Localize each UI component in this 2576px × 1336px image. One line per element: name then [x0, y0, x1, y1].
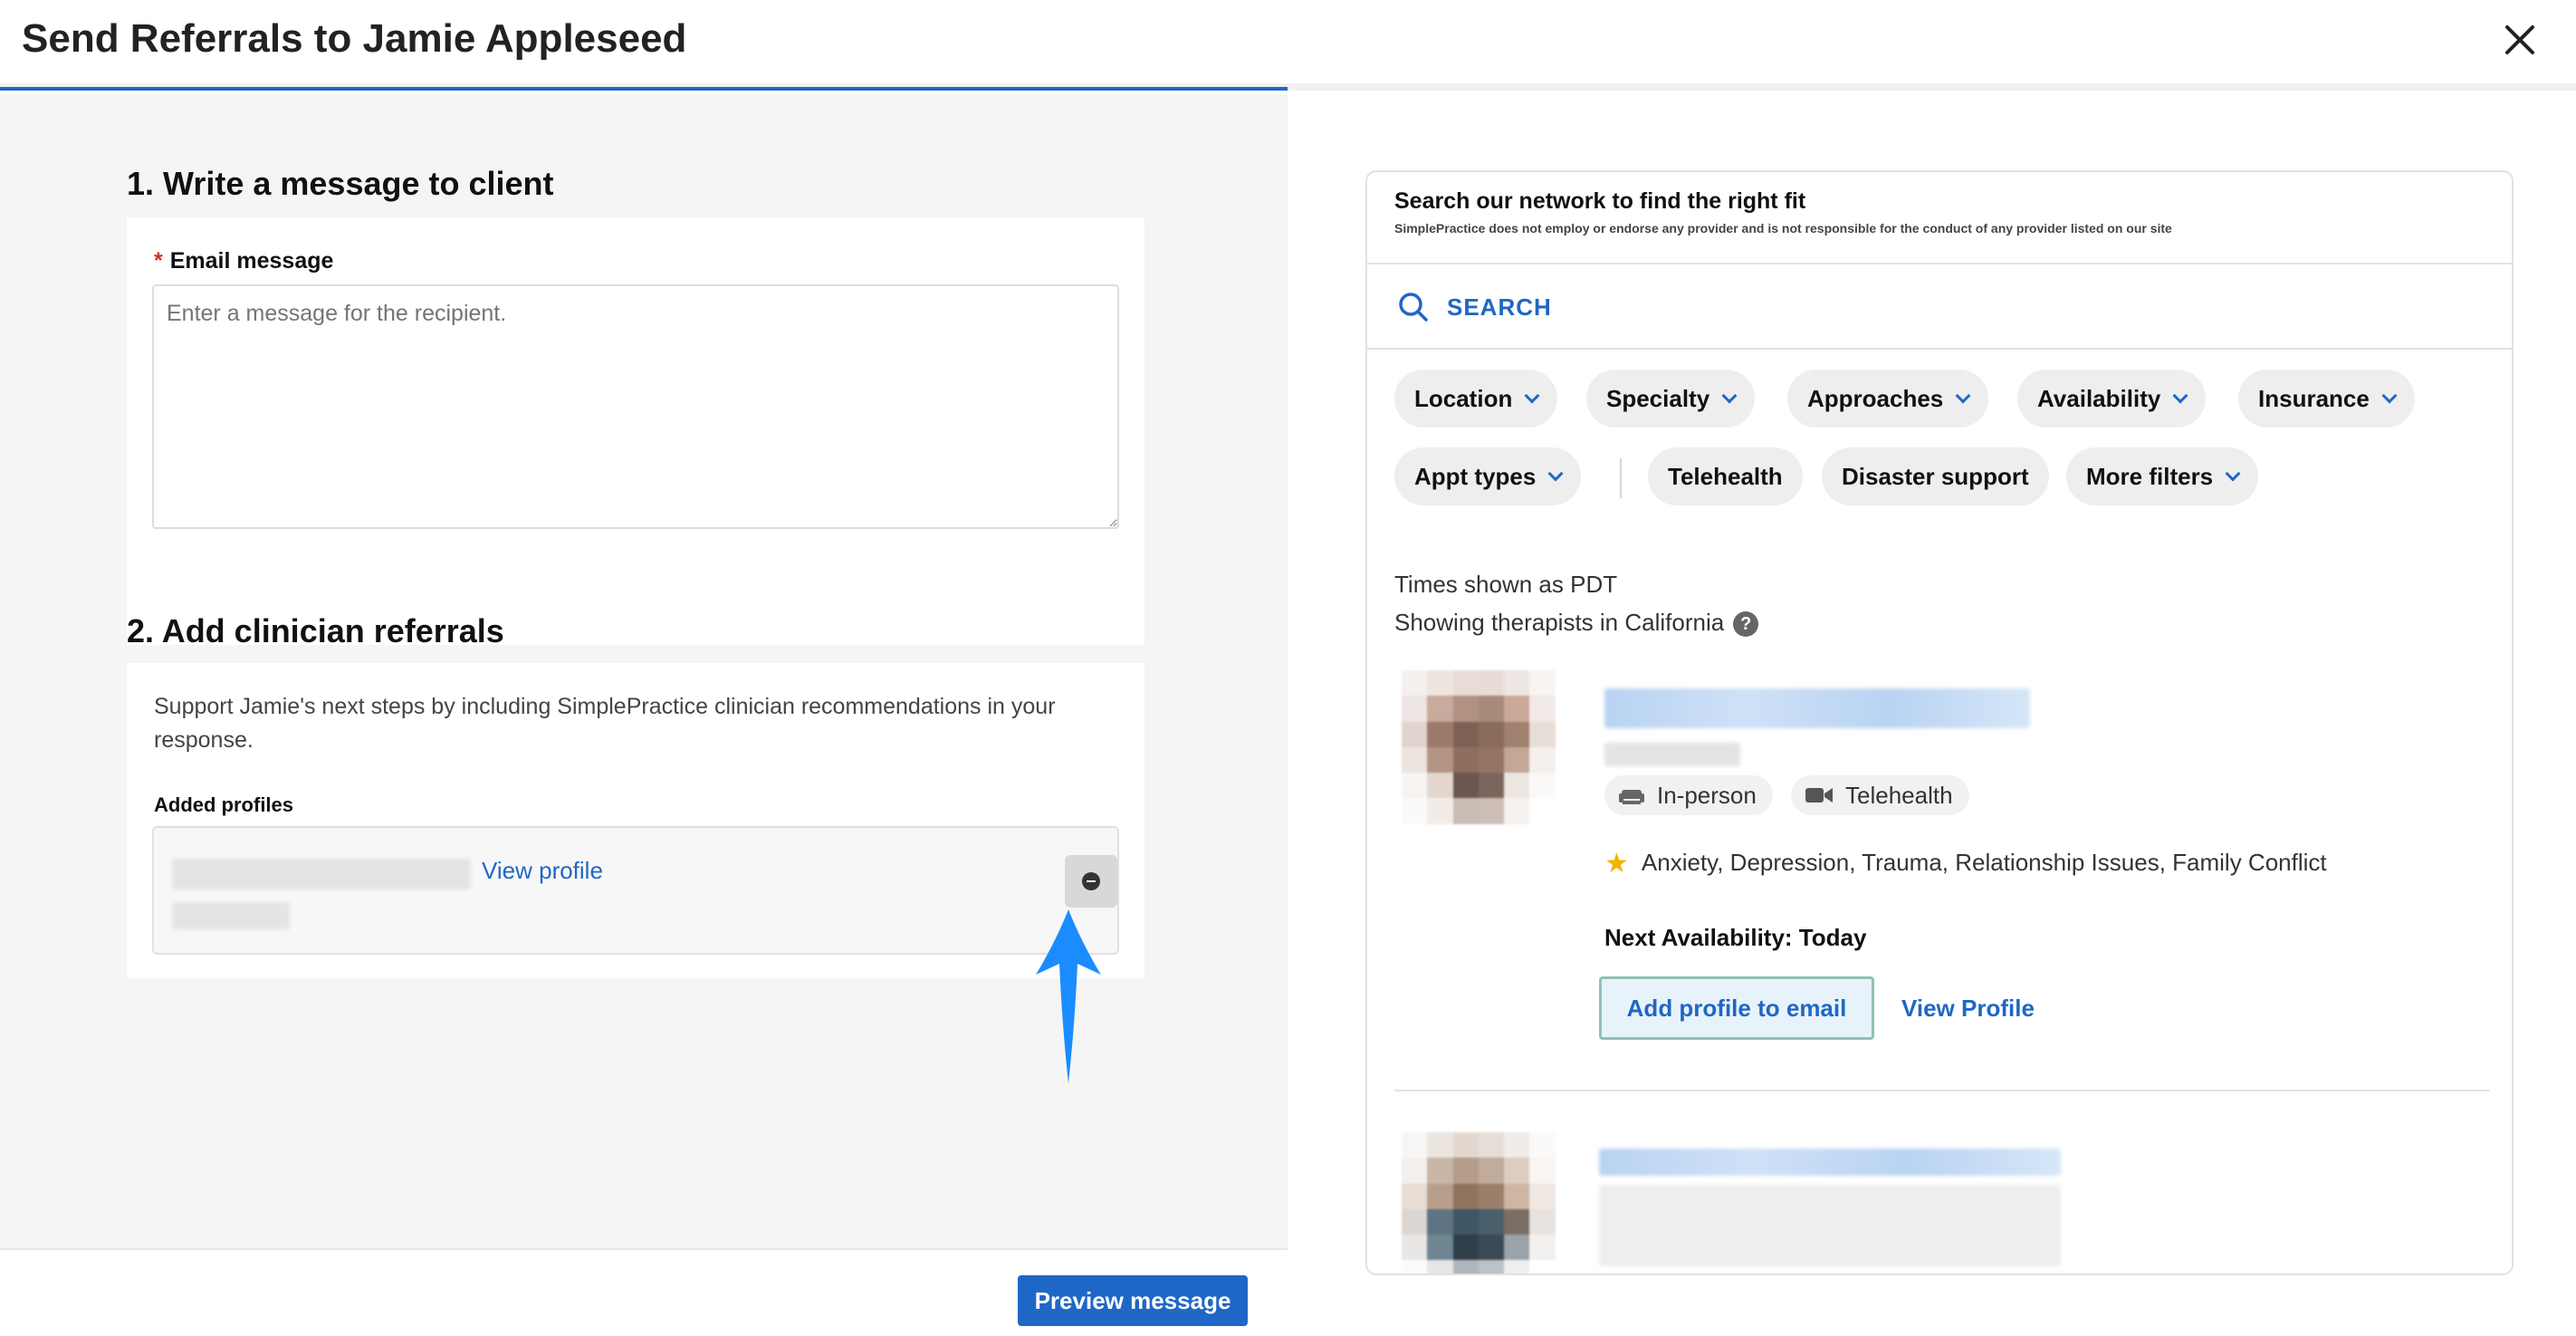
filter-specialty[interactable]: Specialty: [1586, 370, 1756, 428]
modal-title: Send Referrals to Jamie Appleseed: [22, 16, 687, 61]
star-icon: ★: [1604, 849, 1629, 879]
network-header: Search our network to find the right fit…: [1367, 172, 2512, 264]
chevron-down-icon: [1547, 466, 1564, 482]
clinician-name-redacted: [1604, 688, 2030, 728]
profile-name-redacted: [172, 859, 471, 889]
filter-location-label: Location: [1414, 385, 1513, 412]
referrals-card: Support Jamie's next steps by including …: [127, 663, 1144, 978]
clinician-name-redacted: [1599, 1149, 2061, 1176]
email-message-label: * Email message: [154, 248, 333, 274]
network-search-panel: Search our network to find the right fit…: [1365, 170, 2514, 1275]
filter-availability-label: Availability: [2037, 385, 2161, 412]
chevron-down-icon: [2172, 388, 2188, 404]
filter-telehealth[interactable]: Telehealth: [1648, 447, 1803, 505]
profile-credential-redacted: [172, 902, 290, 929]
add-profile-to-email-button[interactable]: Add profile to email: [1599, 976, 1874, 1040]
remove-profile-button[interactable]: [1065, 855, 1117, 908]
filter-disaster-support[interactable]: Disaster support: [1822, 447, 2049, 505]
section2-title: 2. Add clinician referrals: [127, 612, 504, 649]
result-separator: [1394, 1090, 2490, 1091]
avatar: [1402, 670, 1556, 824]
video-camera-icon: [1805, 788, 1833, 803]
view-profile-link-result[interactable]: View Profile: [1901, 995, 2035, 1023]
filter-appt-types-label: Appt types: [1414, 463, 1537, 490]
specialties: ★ Anxiety, Depression, Trauma, Relationsh…: [1604, 846, 2327, 879]
help-icon[interactable]: ?: [1733, 611, 1759, 638]
email-message-input[interactable]: [152, 284, 1119, 529]
referrals-help-text: Support Jamie's next steps by including …: [154, 694, 1056, 753]
filter-availability[interactable]: Availability: [2017, 370, 2207, 428]
network-disclaimer: SimplePractice does not employ or endors…: [1394, 221, 2172, 235]
search-row[interactable]: SEARCH: [1367, 264, 2512, 350]
chevron-down-icon: [2225, 466, 2241, 482]
annotation-arrow-icon: [1036, 909, 1101, 1083]
filter-specialty-label: Specialty: [1606, 385, 1710, 412]
search-icon[interactable]: [1398, 292, 1429, 322]
progress-accent: [0, 87, 1288, 91]
view-profile-link[interactable]: View profile: [482, 857, 603, 885]
filter-approaches-label: Approaches: [1807, 385, 1944, 412]
in-person-pill: In-person: [1604, 775, 1773, 815]
chevron-down-icon: [1721, 388, 1738, 404]
chevron-down-icon: [1955, 388, 1971, 404]
added-profiles-label: Added profiles: [154, 793, 294, 816]
next-availability: Next Availability: Today: [1604, 924, 1867, 951]
required-marker: *: [154, 248, 163, 274]
filter-location[interactable]: Location: [1394, 370, 1558, 428]
search-button[interactable]: SEARCH: [1447, 293, 1552, 322]
email-label-text: Email message: [169, 248, 334, 274]
in-person-label: In-person: [1657, 782, 1757, 809]
minus-circle-icon: [1082, 872, 1100, 890]
telehealth-label: Telehealth: [1845, 782, 1953, 809]
close-icon[interactable]: [2500, 20, 2540, 60]
clinician-credential-redacted: [1604, 743, 1740, 766]
section1-title: 1. Write a message to client: [127, 165, 554, 202]
modal-header: Send Referrals to Jamie Appleseed: [0, 0, 2576, 91]
chevron-down-icon: [1524, 388, 1540, 404]
network-title: Search our network to find the right fit: [1394, 188, 1806, 214]
clinician-details-redacted: [1599, 1185, 2061, 1266]
message-card: * Email message: [127, 217, 1144, 645]
filter-more-label: More filters: [2086, 463, 2214, 490]
filter-appt-types[interactable]: Appt types: [1394, 447, 1582, 505]
filter-divider: [1620, 458, 1622, 498]
filter-insurance-label: Insurance: [2258, 385, 2370, 412]
timezone-note: Times shown as PDT: [1394, 571, 1618, 598]
added-profile-row: View profile: [152, 826, 1119, 955]
filter-approaches[interactable]: Approaches: [1787, 370, 1989, 428]
couch-icon: [1619, 790, 1644, 805]
specialties-text: Anxiety, Depression, Trauma, Relationshi…: [1641, 849, 2327, 876]
filter-insurance[interactable]: Insurance: [2238, 370, 2415, 428]
preview-message-button[interactable]: Preview message: [1018, 1275, 1248, 1326]
avatar: [1402, 1132, 1556, 1274]
location-note: Showing therapists in California?: [1394, 609, 1759, 638]
telehealth-pill: Telehealth: [1791, 775, 1969, 815]
chevron-down-icon: [2381, 388, 2398, 404]
filter-more[interactable]: More filters: [2066, 447, 2259, 505]
location-note-text: Showing therapists in California: [1394, 609, 1725, 636]
